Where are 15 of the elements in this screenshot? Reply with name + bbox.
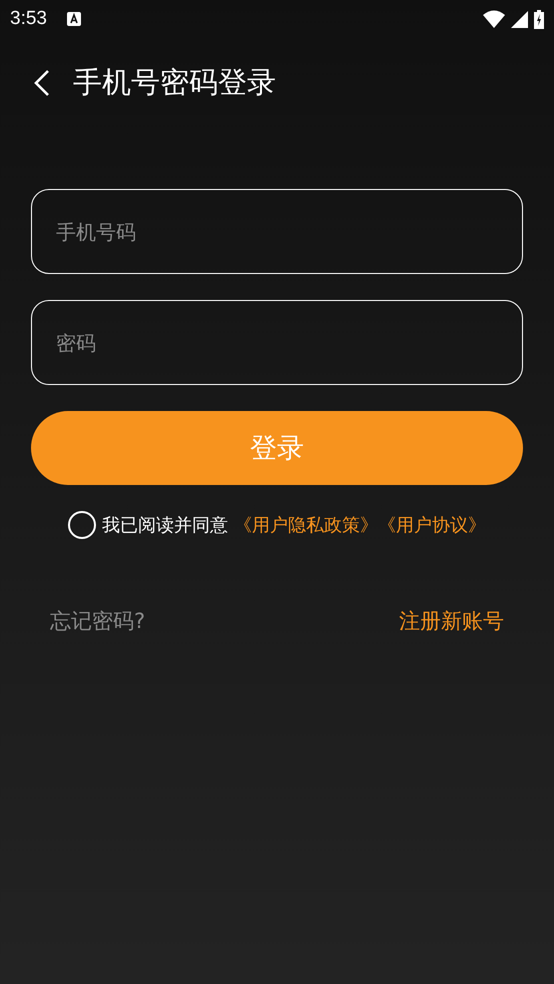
signal-icon	[511, 10, 528, 28]
agreement-text: 我已阅读并同意	[102, 514, 228, 537]
phone-field[interactable]: 手机号码	[31, 189, 523, 274]
back-icon[interactable]	[33, 69, 51, 97]
notification-icon	[66, 12, 81, 26]
status-time: 3:53	[10, 8, 47, 30]
agreement-link[interactable]: 《用户隐私政策》	[234, 513, 378, 537]
wifi-icon	[483, 10, 505, 28]
password-field[interactable]: 密码	[31, 300, 523, 385]
agreement-link[interactable]: 《用户协议》	[378, 513, 486, 537]
agree-checkbox[interactable]	[68, 511, 96, 539]
forgot-password-link[interactable]: 忘记密码?	[50, 607, 146, 635]
register-link[interactable]: 注册新账号	[399, 607, 504, 635]
battery-icon	[534, 10, 544, 28]
page-title: 手机号密码登录	[73, 64, 276, 101]
